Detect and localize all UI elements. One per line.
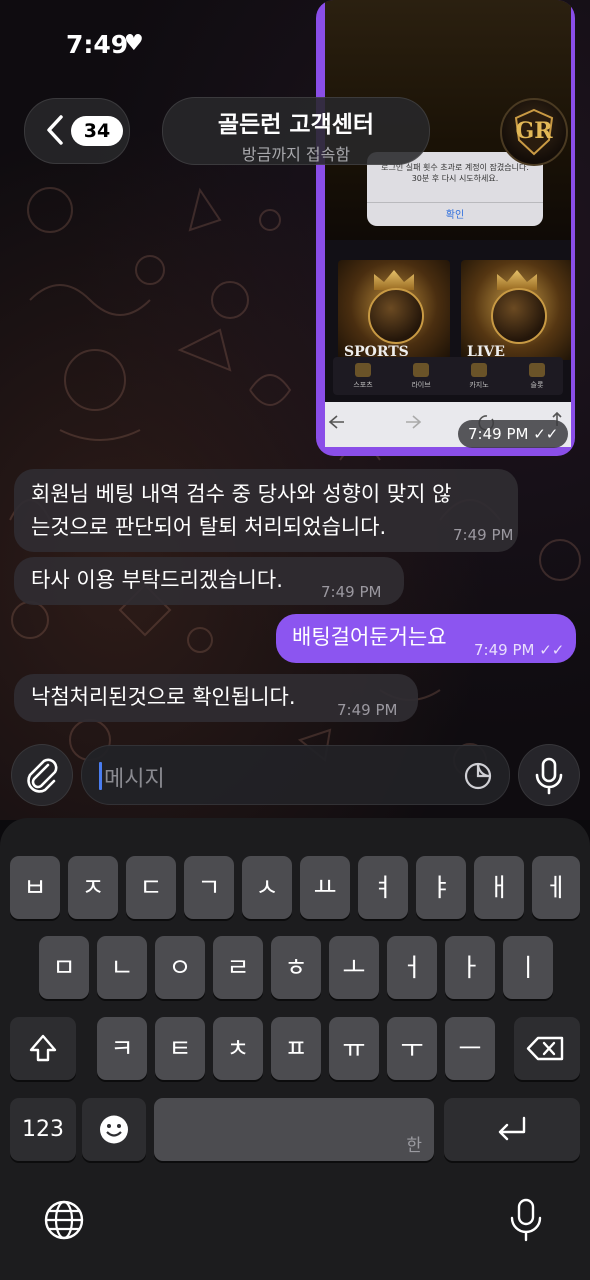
message-incoming[interactable]: 타사 이용 부탁드리겠습니다. 7:49 PM: [14, 557, 404, 605]
chevron-left-icon: [47, 115, 63, 145]
key[interactable]: ㅐ: [474, 856, 524, 919]
chat-last-seen: 방금까지 접속함: [241, 145, 351, 164]
message-incoming[interactable]: 회원님 베팅 내역 검수 중 당사와 성향이 맞지 않 는것으로 판단되어 탈퇴…: [14, 469, 518, 552]
text-cursor: [99, 762, 102, 790]
key[interactable]: ㄹ: [213, 936, 263, 999]
heart-icon: ♥: [124, 31, 144, 56]
screenshot-nav-item: 슬롯: [517, 363, 557, 390]
message-text: 는것으로 판단되어 탈퇴 처리되었습니다.: [31, 515, 387, 539]
avatar[interactable]: GR: [500, 98, 568, 166]
key[interactable]: ㅗ: [329, 936, 379, 999]
key[interactable]: ㅍ: [271, 1017, 321, 1080]
screenshot-alert-text: 로그인 실패 횟수 초과로 계정이 잠겼습니다. 30분 후 다시 시도하세요.: [381, 163, 529, 183]
paperclip-icon: [27, 758, 58, 793]
key[interactable]: ㅑ: [416, 856, 466, 919]
screenshot-alert-ok: 확인: [445, 210, 465, 221]
shift-icon: [29, 1034, 57, 1062]
dictation-microphone-icon[interactable]: [504, 1196, 548, 1244]
message-time: 7:49 PM ✓✓: [474, 641, 565, 659]
key[interactable]: ㅎ: [271, 936, 321, 999]
key[interactable]: ㅅ: [242, 856, 292, 919]
microphone-icon: [535, 757, 563, 795]
shift-key[interactable]: [10, 1017, 76, 1080]
screenshot-bottom-nav: 스포츠 라이브 카지노 슬롯: [333, 357, 563, 395]
chat-name: 골든런 고객센터: [217, 112, 375, 138]
crown-icon: [497, 270, 537, 290]
numbers-key[interactable]: 123: [10, 1098, 76, 1161]
return-key[interactable]: [444, 1098, 580, 1161]
backspace-icon: [526, 1036, 564, 1061]
key[interactable]: ㅏ: [445, 936, 495, 999]
image-message[interactable]: 로그인 실패 횟수 초과로 계정이 잠겼습니다. 30분 후 다시 시도하세요.…: [316, 0, 575, 456]
dialog-divider: [367, 202, 543, 203]
voice-message-button[interactable]: [518, 744, 580, 806]
return-icon: [498, 1116, 526, 1141]
soccer-ball-icon: [368, 288, 424, 344]
message-text: 배팅걸어둔거는요: [292, 625, 447, 649]
message-input-placeholder: 메시지: [104, 767, 165, 792]
message-time: 7:49 PM: [337, 701, 398, 719]
screenshot-card-sports: SPORTS: [338, 260, 450, 360]
message-time: 7:49 PM: [453, 526, 514, 544]
double-check-icon: ✓✓: [533, 425, 559, 443]
key[interactable]: ㅠ: [329, 1017, 379, 1080]
message-incoming[interactable]: 낙첨처리된것으로 확인됩니다. 7:49 PM: [14, 674, 418, 722]
key[interactable]: ㅔ: [532, 856, 580, 919]
message-text: 회원님 베팅 내역 검수 중 당사와 성향이 맞지 않: [31, 482, 452, 506]
key[interactable]: ㄴ: [97, 936, 147, 999]
message-time: 7:49 PM ✓✓: [458, 420, 569, 448]
delete-key[interactable]: [514, 1017, 580, 1080]
key[interactable]: ㅜ: [387, 1017, 437, 1080]
message-text: 타사 이용 부탁드리겠습니다.: [31, 568, 283, 592]
key[interactable]: ㅈ: [68, 856, 118, 919]
screenshot-nav-item: 카지노: [459, 363, 499, 390]
space-bar-language: 한: [406, 1136, 422, 1156]
message-text: 낙첨처리된것으로 확인됩니다.: [31, 685, 296, 709]
screenshot-nav-item: 스포츠: [343, 363, 383, 390]
message-time: 7:49 PM: [321, 583, 382, 601]
globe-icon[interactable]: [42, 1198, 86, 1242]
key[interactable]: ㄷ: [126, 856, 176, 919]
attach-button[interactable]: [11, 744, 73, 806]
key[interactable]: ㅋ: [97, 1017, 147, 1080]
key[interactable]: ㅇ: [155, 936, 205, 999]
status-time: 7:49: [66, 30, 129, 59]
sticker-icon[interactable]: [463, 761, 493, 791]
image-message-content[interactable]: 로그인 실패 횟수 초과로 계정이 잠겼습니다. 30분 후 다시 시도하세요.…: [325, 0, 571, 447]
screenshot-nav-item: 라이브: [401, 363, 441, 390]
soccer-ball-icon: [491, 288, 547, 344]
key[interactable]: ㄱ: [184, 856, 234, 919]
avatar-initials: GR: [515, 118, 553, 144]
key[interactable]: ㅣ: [503, 936, 553, 999]
message-outgoing[interactable]: 배팅걸어둔거는요 7:49 PM ✓✓: [276, 614, 576, 663]
key[interactable]: ㅂ: [10, 856, 60, 919]
key[interactable]: ㅊ: [213, 1017, 263, 1080]
key[interactable]: ㅡ: [445, 1017, 495, 1080]
double-check-icon: ✓✓: [539, 641, 565, 659]
unread-count-badge: 34: [71, 116, 123, 146]
screenshot-card-live: LIVE: [461, 260, 571, 360]
crown-icon: [374, 270, 414, 290]
space-bar[interactable]: 한: [154, 1098, 434, 1161]
key[interactable]: ㅕ: [358, 856, 408, 919]
message-input[interactable]: 메시지: [81, 745, 510, 805]
emoji-key[interactable]: [82, 1098, 146, 1161]
back-button[interactable]: 34: [24, 98, 130, 164]
key[interactable]: ㅌ: [155, 1017, 205, 1080]
key[interactable]: ㅓ: [387, 936, 437, 999]
emoji-icon: [100, 1115, 128, 1144]
key[interactable]: ㅛ: [300, 856, 350, 919]
chat-title[interactable]: 골든런 고객센터 방금까지 접속함: [162, 97, 430, 165]
key[interactable]: ㅁ: [39, 936, 89, 999]
keyboard: ㅂ ㅈ ㄷ ㄱ ㅅ ㅛ ㅕ ㅑ ㅐ ㅔ ㅁ ㄴ ㅇ ㄹ ㅎ ㅗ ㅓ ㅏ ㅣ ㅋ …: [0, 818, 590, 1280]
